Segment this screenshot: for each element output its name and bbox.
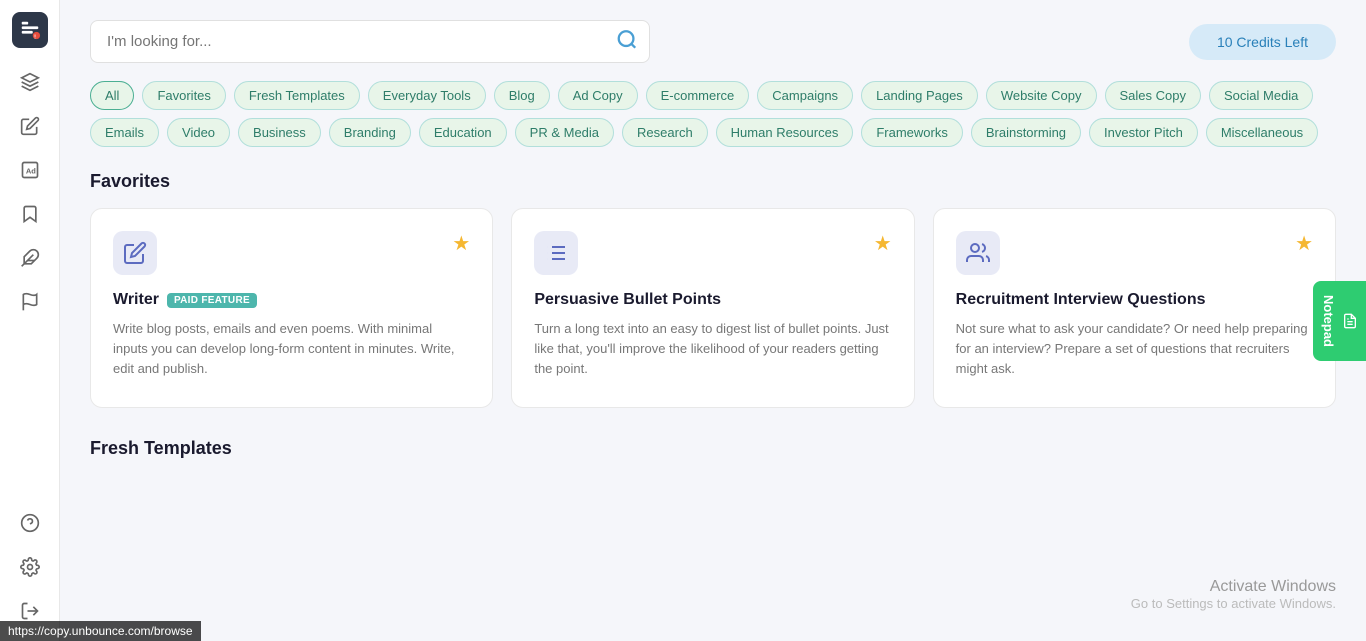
chips-container: All Favorites Fresh Templates Everyday Tool… <box>90 81 1336 147</box>
card-description: Not sure what to ask your candidate? Or … <box>956 319 1313 379</box>
card-writer[interactable]: ★ Writer PAID FEATURE Write blog posts, … <box>90 208 493 408</box>
status-bar: https://copy.unbounce.com/browse <box>0 621 201 641</box>
chip-education[interactable]: Education <box>419 118 507 147</box>
puzzle-icon[interactable] <box>12 240 48 276</box>
chip-sales-copy[interactable]: Sales Copy <box>1105 81 1201 110</box>
card-title: Recruitment Interview Questions <box>956 291 1313 309</box>
card-title: Persuasive Bullet Points <box>534 291 891 309</box>
chip-business[interactable]: Business <box>238 118 321 147</box>
chip-favorites[interactable]: Favorites <box>142 81 225 110</box>
card-description: Write blog posts, emails and even poems.… <box>113 319 470 379</box>
star-icon[interactable]: ★ <box>874 231 892 256</box>
bookmark-icon[interactable] <box>12 196 48 232</box>
chip-frameworks[interactable]: Frameworks <box>861 118 963 147</box>
chip-miscellaneous[interactable]: Miscellaneous <box>1206 118 1318 147</box>
favorites-cards-grid: ★ Writer PAID FEATURE Write blog posts, … <box>90 208 1336 408</box>
chip-social-media[interactable]: Social Media <box>1209 81 1313 110</box>
settings-icon[interactable] <box>12 549 48 585</box>
chip-ad-copy[interactable]: Ad Copy <box>558 81 638 110</box>
notepad-button[interactable]: Notepad <box>1313 281 1366 361</box>
chip-website-copy[interactable]: Website Copy <box>986 81 1097 110</box>
edit-icon[interactable] <box>12 108 48 144</box>
layers-icon[interactable] <box>12 64 48 100</box>
chip-emails[interactable]: Emails <box>90 118 159 147</box>
main-content: 10 Credits Left All Favorites Fresh Templa… <box>60 0 1366 641</box>
chip-everyday-tools[interactable]: Everyday Tools <box>368 81 486 110</box>
svg-text:Ad: Ad <box>25 166 35 175</box>
search-container <box>90 20 650 63</box>
help-icon[interactable] <box>12 505 48 541</box>
chip-pr-media[interactable]: PR & Media <box>515 118 614 147</box>
card-description: Turn a long text into an easy to digest … <box>534 319 891 379</box>
chip-campaigns[interactable]: Campaigns <box>757 81 853 110</box>
chip-landing-pages[interactable]: Landing Pages <box>861 81 978 110</box>
search-icon <box>616 28 638 55</box>
search-input[interactable] <box>90 20 650 63</box>
chip-blog[interactable]: Blog <box>494 81 550 110</box>
sidebar: ! Ad <box>0 0 60 641</box>
chip-human-resources[interactable]: Human Resources <box>716 118 854 147</box>
svg-text:!: ! <box>34 34 36 40</box>
chip-all[interactable]: All <box>90 81 134 110</box>
card-recruitment-interview-questions[interactable]: ★ Recruitment Interview Questions Not su… <box>933 208 1336 408</box>
credits-badge: 10 Credits Left <box>1189 24 1336 60</box>
chip-fresh-templates[interactable]: Fresh Templates <box>234 81 360 110</box>
status-url: https://copy.unbounce.com/browse <box>8 624 193 638</box>
card-icon-recruitment-interview-questions <box>956 231 1000 275</box>
card-header: ★ <box>113 231 470 275</box>
notepad-label: Notepad <box>1321 295 1336 347</box>
star-icon[interactable]: ★ <box>1295 231 1313 256</box>
star-icon[interactable]: ★ <box>452 231 470 256</box>
paid-badge: PAID FEATURE <box>167 293 257 308</box>
card-header: ★ <box>956 231 1313 275</box>
chip-e-commerce[interactable]: E-commerce <box>646 81 750 110</box>
chip-research[interactable]: Research <box>622 118 708 147</box>
fresh-templates-section-title: Fresh Templates <box>90 438 1336 459</box>
chip-investor-pitch[interactable]: Investor Pitch <box>1089 118 1198 147</box>
card-icon-persuasive-bullet-points <box>534 231 578 275</box>
card-header: ★ <box>534 231 891 275</box>
card-title: Writer PAID FEATURE <box>113 291 470 309</box>
chip-video[interactable]: Video <box>167 118 230 147</box>
sidebar-logo[interactable]: ! <box>12 12 48 48</box>
card-icon-writer <box>113 231 157 275</box>
favorites-section-title: Favorites <box>90 171 1336 192</box>
ad-icon[interactable]: Ad <box>12 152 48 188</box>
flag-icon[interactable] <box>12 284 48 320</box>
chip-branding[interactable]: Branding <box>329 118 411 147</box>
chip-brainstorming[interactable]: Brainstorming <box>971 118 1081 147</box>
search-row: 10 Credits Left <box>90 20 1336 63</box>
card-persuasive-bullet-points[interactable]: ★ Persuasive Bullet Points Turn a long t… <box>511 208 914 408</box>
